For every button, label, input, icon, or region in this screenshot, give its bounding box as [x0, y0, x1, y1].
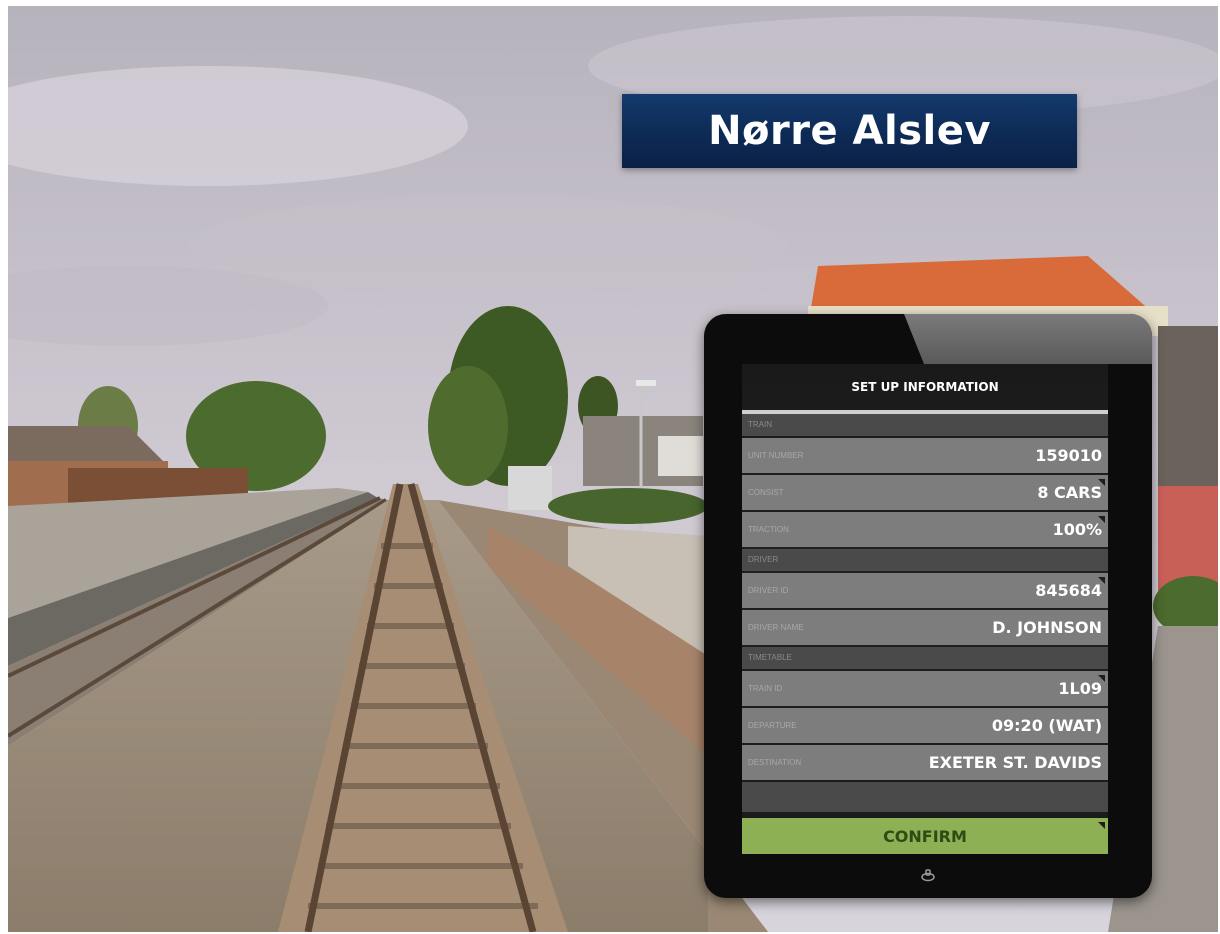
home-button-glyph [921, 869, 935, 882]
dropdown-corner-icon [1098, 822, 1105, 829]
confirm-button-label: CONFIRM [883, 826, 967, 846]
row-driver-id[interactable]: DRIVER ID 845684 [742, 573, 1108, 608]
row-label: UNIT NUMBER [748, 451, 804, 460]
row-label: DRIVER ID [748, 586, 789, 595]
row-value: 8 CARS [1037, 483, 1102, 502]
dropdown-corner-icon [1098, 516, 1105, 523]
dropdown-corner-icon [1098, 577, 1105, 584]
section-header-driver: DRIVER [742, 549, 1108, 571]
row-label: CONSIST [748, 488, 784, 497]
home-button-icon[interactable] [920, 868, 936, 882]
row-value: 1L09 [1058, 679, 1102, 698]
row-unit-number: UNIT NUMBER 159010 [742, 438, 1108, 473]
row-value: 09:20 (WAT) [991, 716, 1102, 735]
row-value: D. JOHNSON [992, 618, 1102, 637]
driver-tablet: SET UP INFORMATION TRAIN UNIT NUMBER 159… [704, 314, 1152, 898]
row-value: 159010 [1035, 446, 1102, 465]
row-label: DESTINATION [748, 758, 802, 767]
dropdown-corner-icon [1098, 479, 1105, 486]
dropdown-corner-icon [1098, 675, 1105, 682]
empty-band [742, 782, 1108, 812]
row-destination: DESTINATION EXETER ST. DAVIDS [742, 745, 1108, 780]
row-driver-name: DRIVER NAME D. JOHNSON [742, 610, 1108, 645]
row-value: 845684 [1035, 581, 1102, 600]
section-header-timetable: TIMETABLE [742, 647, 1108, 669]
row-value: 100% [1052, 520, 1102, 539]
row-value: EXETER ST. DAVIDS [928, 753, 1102, 772]
tablet-bezel-accent [904, 314, 1152, 364]
row-label: TRACTION [748, 525, 789, 534]
row-consist[interactable]: CONSIST 8 CARS [742, 475, 1108, 510]
station-name-sign: Nørre Alslev [622, 94, 1077, 168]
station-name-text: Nørre Alslev [708, 108, 991, 154]
row-train-id[interactable]: TRAIN ID 1L09 [742, 671, 1108, 706]
row-label: DRIVER NAME [748, 623, 804, 632]
setup-information-screen: SET UP INFORMATION TRAIN UNIT NUMBER 159… [742, 364, 1108, 854]
screen-title: SET UP INFORMATION [742, 364, 1108, 414]
row-label: DEPARTURE [748, 721, 797, 730]
row-label: TRAIN ID [748, 684, 783, 693]
confirm-button[interactable]: CONFIRM [742, 818, 1108, 854]
row-departure: DEPARTURE 09:20 (WAT) [742, 708, 1108, 743]
row-traction[interactable]: TRACTION 100% [742, 512, 1108, 547]
section-header-train: TRAIN [742, 414, 1108, 436]
